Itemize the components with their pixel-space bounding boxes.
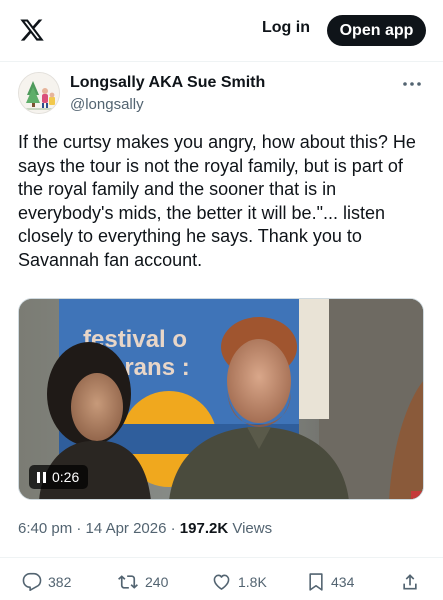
author-handle[interactable]: @longsally (70, 96, 144, 113)
post-meta: 6:40 pm · 14 Apr 2026 · 197.2K Views (18, 520, 272, 537)
repost-count: 240 (145, 574, 169, 590)
share-icon (403, 574, 417, 590)
post-text: If the curtsy makes you angry, how about… (18, 132, 416, 270)
video-duration: 0:26 (52, 469, 80, 485)
more-options-icon[interactable] (401, 78, 423, 90)
top-bar: Log in Open app (0, 0, 443, 62)
action-bar: 382 240 1.8K 434 (0, 557, 443, 600)
reply-count: 382 (48, 574, 72, 590)
bookmark-icon (309, 573, 323, 591)
pause-icon[interactable] (37, 471, 46, 483)
like-button[interactable]: 1.8K (211, 572, 267, 592)
reply-button[interactable]: 382 (22, 572, 71, 592)
x-logo-icon[interactable] (19, 17, 45, 43)
meta-separator: · (170, 520, 176, 537)
repost-button[interactable]: 240 (117, 572, 168, 592)
avatar[interactable] (18, 72, 60, 114)
meta-separator: · (76, 520, 82, 537)
login-link[interactable]: Log in (262, 19, 310, 37)
bookmark-button[interactable]: 434 (307, 572, 354, 592)
repost-icon (118, 575, 138, 589)
video-player[interactable]: festival o terans : 0:26 (18, 298, 424, 500)
author-name[interactable]: Longsally AKA Sue Smith (70, 74, 265, 92)
reply-icon (22, 572, 42, 591)
views-label: Views (232, 520, 273, 537)
bookmark-count: 434 (331, 574, 355, 590)
post-time[interactable]: 6:40 pm (18, 520, 72, 537)
heart-icon (213, 574, 230, 590)
video-duration-badge[interactable]: 0:26 (29, 465, 89, 489)
like-count: 1.8K (238, 574, 267, 590)
share-button[interactable] (400, 572, 420, 592)
open-app-button[interactable]: Open app (327, 15, 426, 46)
views-count: 197.2K (179, 520, 229, 537)
post-date[interactable]: 14 Apr 2026 (86, 520, 167, 537)
avatar-illustration (19, 73, 59, 113)
